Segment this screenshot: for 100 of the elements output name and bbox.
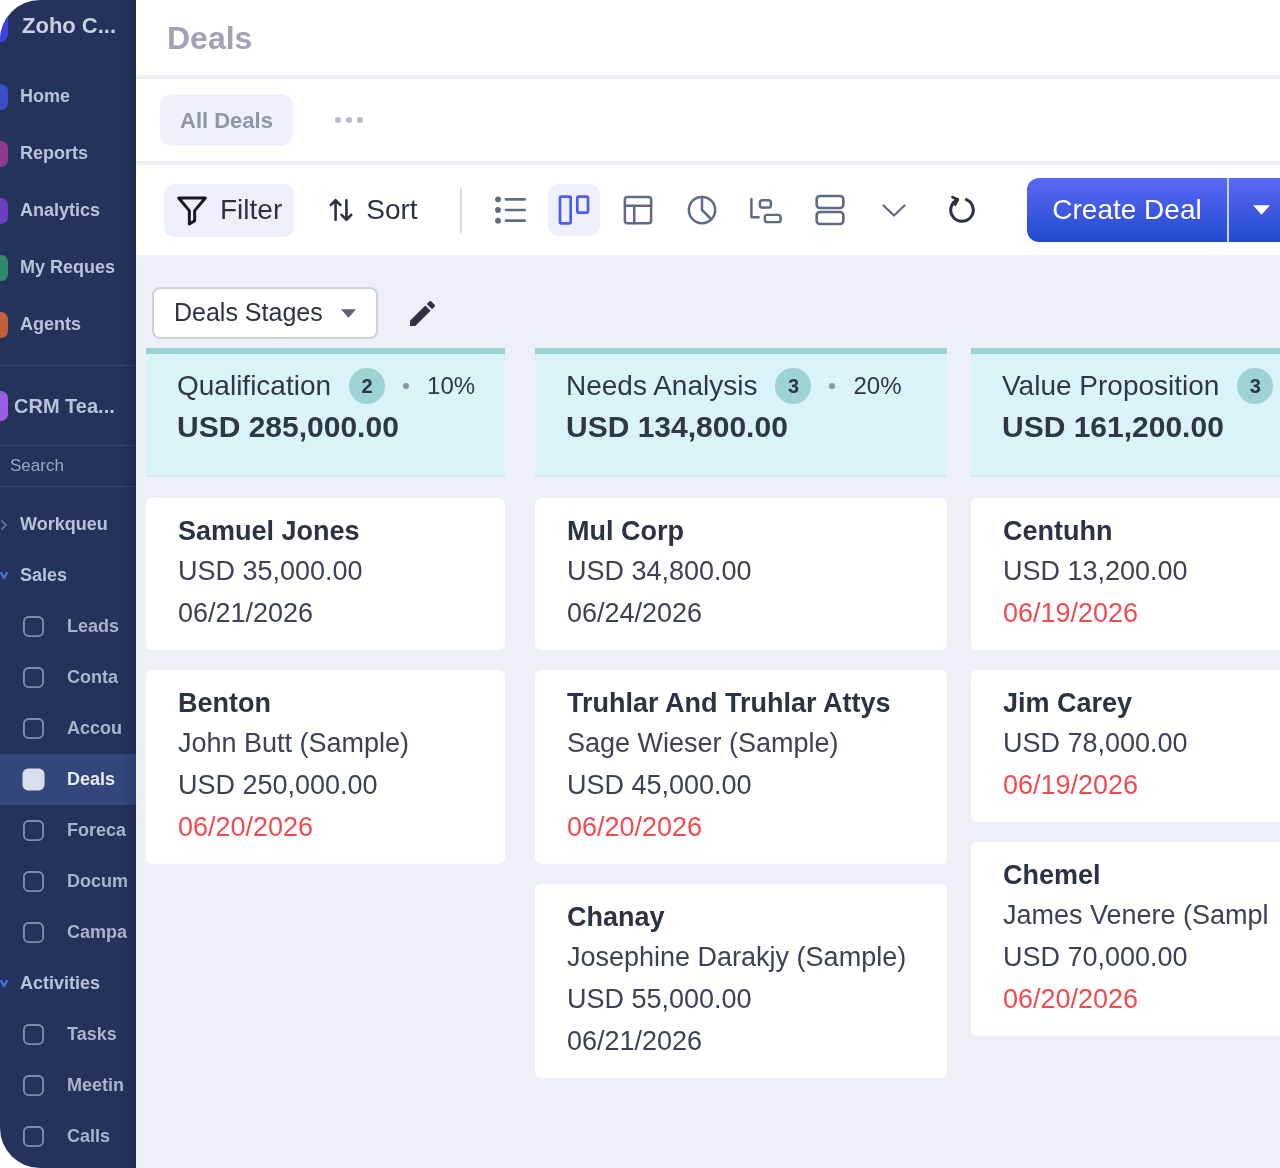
contact-name: Sage Wieser (Sample) <box>567 727 840 760</box>
stage-name: Qualification <box>177 369 332 403</box>
layout-dropdown[interactable]: Deals Stages <box>152 287 378 339</box>
deal-card[interactable]: Mul Corp USD 34,800.00 06/24/2026 <box>535 498 947 650</box>
closing-date: 06/24/2026 <box>567 597 704 630</box>
app-icon[interactable] <box>0 140 8 167</box>
stage-total: USD 161,200.00 <box>1002 409 1225 445</box>
deal-card[interactable]: Benton John Butt (Sample) USD 250,000.00 06/20/2026 <box>146 670 505 864</box>
sidebar-link[interactable]: Analytics <box>20 197 101 224</box>
app-icon[interactable] <box>0 83 8 110</box>
refresh-icon <box>946 195 977 225</box>
deal-name: Chanay <box>567 901 666 934</box>
deal-name: Jim Carey <box>1003 687 1134 720</box>
create-options-button[interactable] <box>1227 178 1280 242</box>
page-title: Deals <box>167 18 253 58</box>
nav-item[interactable]: Docum <box>0 856 136 907</box>
nav-item[interactable]: Foreca <box>0 805 136 856</box>
workspace-icon[interactable] <box>0 391 8 421</box>
section-header[interactable]: Workqueu <box>20 511 108 538</box>
sort-icon <box>328 197 355 223</box>
nav-item[interactable]: Leads <box>0 601 136 652</box>
table-icon <box>622 195 653 225</box>
stage-total: USD 285,000.00 <box>177 409 400 445</box>
deal-name: Truhlar And Truhlar Attys <box>567 687 892 720</box>
closing-date: 06/20/2026 <box>1003 983 1140 1016</box>
sidebar-link[interactable]: Reports <box>20 140 88 167</box>
square-icon <box>22 717 45 740</box>
square-icon <box>22 1074 45 1097</box>
square-icon <box>22 819 45 842</box>
pie-chart-icon <box>686 195 717 225</box>
hierarchy-icon <box>748 196 783 224</box>
closing-date: 06/21/2026 <box>178 597 315 630</box>
chevron-down-icon[interactable] <box>0 977 8 990</box>
app-name: Zoho C... <box>22 11 117 40</box>
deal-card[interactable]: Jim Carey USD 78,000.00 06/19/2026 <box>971 670 1280 822</box>
stage-probability: 20% <box>853 371 902 401</box>
view-mode-button[interactable] <box>547 184 600 236</box>
sidebar-link[interactable]: My Reques <box>20 254 116 281</box>
contact-name: John Butt (Sample) <box>178 727 411 760</box>
nav-item[interactable]: Accou <box>0 703 136 754</box>
stage-name: Needs Analysis <box>566 369 758 403</box>
nav-item[interactable]: Deals <box>0 754 136 805</box>
count-badge: 3 <box>775 368 812 404</box>
deal-amount: USD 35,000.00 <box>178 555 364 588</box>
stage-total: USD 134,800.00 <box>566 409 789 445</box>
chevron-down-icon[interactable] <box>0 569 8 582</box>
app-icon[interactable] <box>0 254 8 281</box>
nav-item[interactable]: Conta <box>0 652 136 703</box>
count-badge: 3 <box>1237 368 1274 404</box>
deal-amount: USD 55,000.00 <box>567 983 753 1016</box>
list-icon <box>493 195 526 225</box>
create-deal-button[interactable]: Create Deal <box>1027 178 1227 242</box>
sort-button[interactable]: Sort <box>316 183 430 237</box>
deal-amount: USD 70,000.00 <box>1003 941 1189 974</box>
count-badge: 2 <box>349 368 386 404</box>
chevron-right-icon[interactable] <box>0 518 8 531</box>
contact-name: James Venere (Sampl <box>1003 899 1270 932</box>
deal-name: Mul Corp <box>567 515 685 548</box>
section-header[interactable]: Activities <box>20 970 101 997</box>
section-header[interactable]: Sales <box>20 562 68 589</box>
deal-amount: USD 78,000.00 <box>1003 727 1189 760</box>
kanban-icon <box>557 194 590 226</box>
nav-item[interactable]: Calls <box>0 1111 136 1162</box>
closing-date: 06/20/2026 <box>567 811 704 844</box>
square-icon <box>22 1023 45 1046</box>
stage-probability: 10% <box>427 371 476 401</box>
rows-icon <box>813 194 846 226</box>
deal-name: Samuel Jones <box>178 515 361 548</box>
deal-card[interactable]: Chanay Josephine Darakjy (Sample) USD 55,000.00 06/21/2026 <box>535 884 947 1078</box>
closing-date: 06/21/2026 <box>567 1025 704 1058</box>
sidebar-link[interactable]: Home <box>20 83 70 110</box>
search-field[interactable]: Search <box>0 446 120 486</box>
square-icon <box>22 615 45 638</box>
nav-item[interactable]: Meetin <box>0 1060 136 1111</box>
deal-amount: USD 45,000.00 <box>567 769 753 802</box>
workspace-name[interactable]: CRM Tea... <box>14 391 115 421</box>
square-icon <box>22 768 45 791</box>
contact-name: Josephine Darakjy (Sample) <box>567 941 908 974</box>
nav-item[interactable]: Tasks <box>0 1009 136 1060</box>
closing-date: 06/19/2026 <box>1003 769 1140 802</box>
deal-card[interactable]: Chemel James Venere (Sampl USD 70,000.00 06/20/2026 <box>971 842 1280 1036</box>
square-icon <box>22 1125 45 1148</box>
square-icon <box>22 666 45 689</box>
more-icon[interactable] <box>334 117 363 123</box>
app-icon[interactable] <box>0 311 8 338</box>
pencil-icon[interactable] <box>410 300 435 326</box>
app-icon[interactable] <box>0 197 8 224</box>
caret-down-icon <box>1253 205 1270 215</box>
filter-button[interactable]: Filter <box>164 183 295 237</box>
deal-name: Centuhn <box>1003 515 1114 548</box>
deal-card[interactable]: Truhlar And Truhlar Attys Sage Wieser (Sample) USD 45,000.00 06/20/2026 <box>535 670 947 864</box>
square-icon <box>22 921 45 944</box>
deal-name: Chemel <box>1003 859 1102 892</box>
nav-item[interactable]: Campa <box>0 907 136 958</box>
filter-icon <box>176 194 208 226</box>
deal-card[interactable]: Samuel Jones USD 35,000.00 06/21/2026 <box>146 498 505 650</box>
deal-amount: USD 13,200.00 <box>1003 555 1189 588</box>
square-icon <box>22 870 45 893</box>
deal-card[interactable]: Centuhn USD 13,200.00 06/19/2026 <box>971 498 1280 650</box>
sidebar-link[interactable]: Agents <box>20 311 81 338</box>
